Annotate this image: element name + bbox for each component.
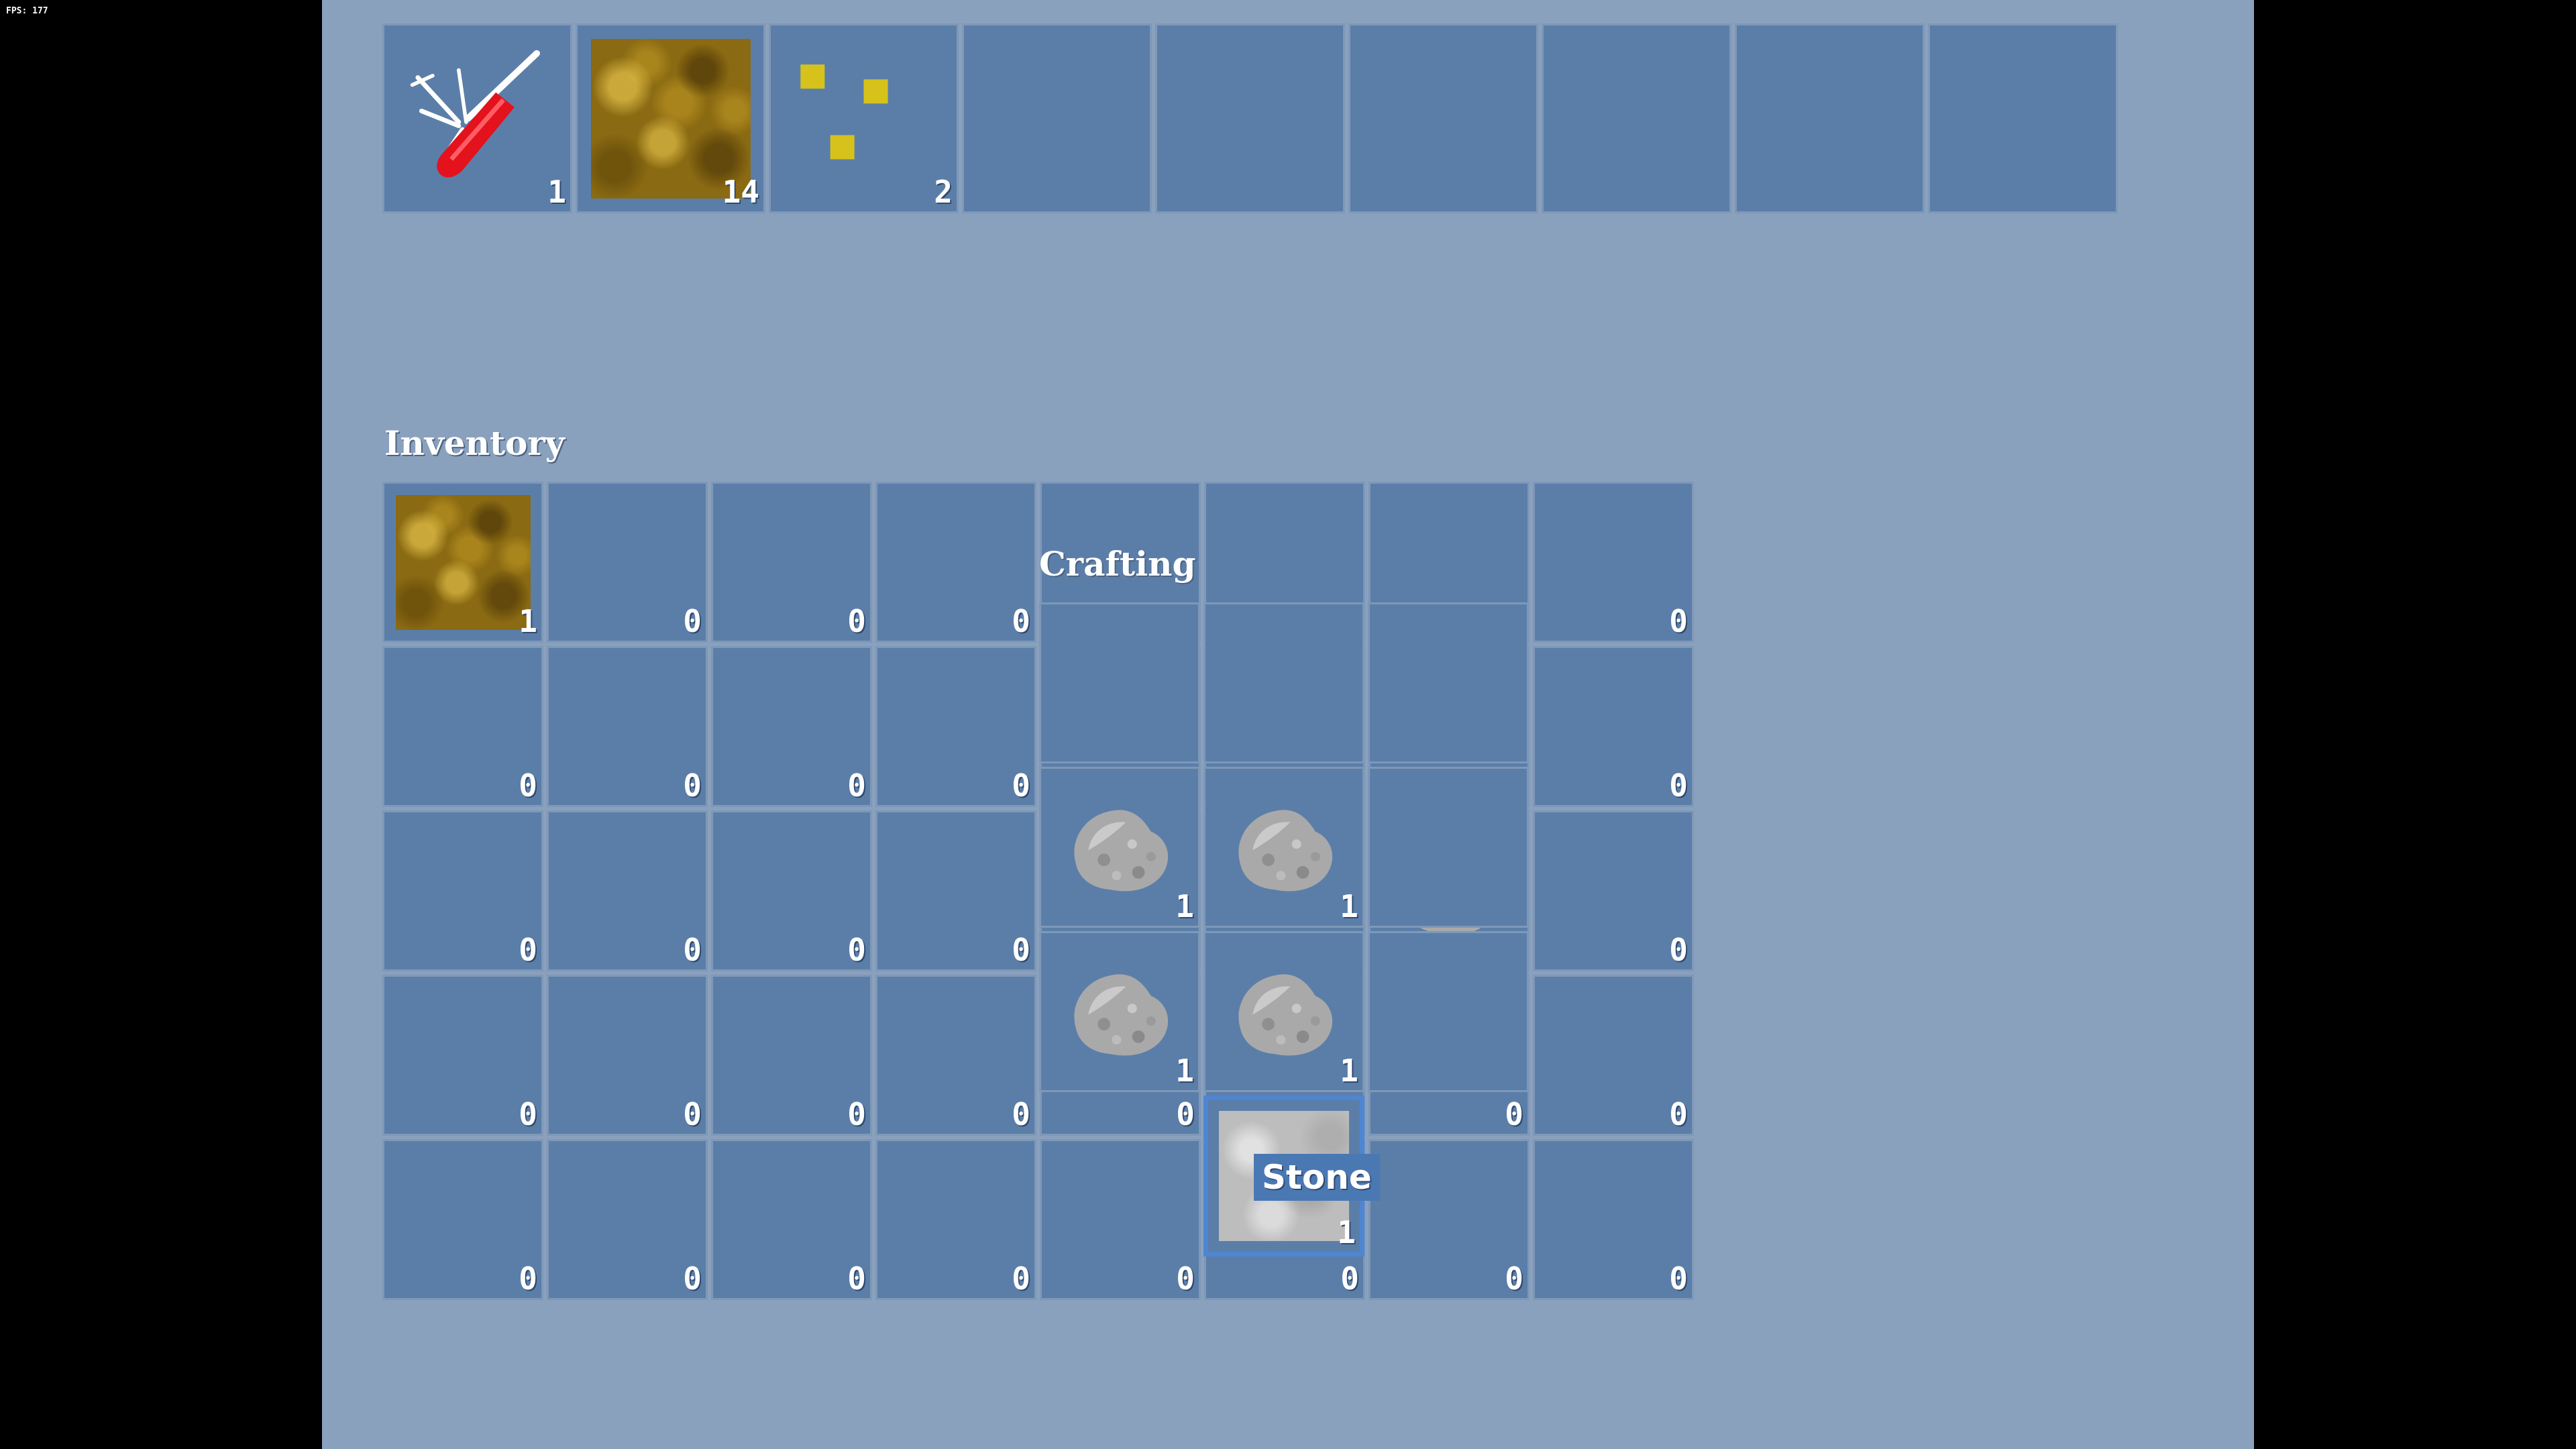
slot-count: 1	[547, 174, 566, 210]
inventory-slot-r5-c1[interactable]: 0	[382, 1139, 543, 1300]
hotbar-slot-2[interactable]: 14	[576, 23, 765, 213]
slot-count: 0	[1669, 1096, 1688, 1132]
fps-counter: FPS: 177	[6, 6, 48, 16]
inventory-slot-r1-c4[interactable]: 0	[875, 482, 1036, 643]
slot-count: 0	[683, 1260, 702, 1297]
inventory-slot-r4-c1[interactable]: 0	[382, 975, 543, 1136]
slot-count: 0	[847, 603, 866, 639]
hotbar-slot-4[interactable]	[962, 23, 1152, 213]
slot-count: 0	[1669, 932, 1688, 968]
slot-count: 14	[722, 174, 759, 210]
hotbar-slot-9[interactable]	[1928, 23, 2118, 213]
inventory-title: Inventory	[384, 423, 565, 463]
pocket-knife-icon	[410, 50, 540, 178]
slot-count: 0	[519, 932, 537, 968]
slot-count: 1	[519, 603, 537, 639]
inventory-slot-r4-c2[interactable]: 0	[547, 975, 708, 1136]
inventory-panel: 1142 Inventory 1000000000000000000000800…	[322, 0, 2254, 1449]
inventory-slot-r1-c8[interactable]: 0	[1533, 482, 1694, 643]
slot-count: 0	[1012, 603, 1030, 639]
dirt-block-icon	[396, 495, 531, 630]
inventory-slot-r1-c2[interactable]: 0	[547, 482, 708, 643]
inventory-slot-r5-c7[interactable]: 0	[1368, 1139, 1529, 1300]
inventory-slot-r3-c1[interactable]: 0	[382, 810, 543, 971]
slot-count: 0	[847, 1260, 866, 1297]
slot-count: 0	[519, 1260, 537, 1297]
slot-count: 0	[519, 767, 537, 804]
hotbar-slot-8[interactable]	[1735, 23, 1925, 213]
rock-icon	[1074, 974, 1169, 1056]
crafting-slot-r2-c2[interactable]: 1	[1203, 767, 1364, 928]
slot-count: 0	[847, 932, 866, 968]
inventory-slot-r2-c8[interactable]: 0	[1533, 646, 1694, 807]
slot-count: 0	[847, 767, 866, 804]
crafting-slot-r2-c1[interactable]: 1	[1039, 767, 1200, 928]
slot-count: 0	[1176, 1260, 1195, 1297]
hotbar-slot-5[interactable]	[1155, 23, 1345, 213]
crafting-title: Crafting	[1039, 544, 1196, 584]
rock-icon	[1074, 810, 1169, 892]
crafting-slot-r3-c1[interactable]: 1	[1039, 931, 1200, 1092]
inventory-slot-r5-c3[interactable]: 0	[711, 1139, 872, 1300]
inventory-slot-r3-c2[interactable]: 0	[547, 810, 708, 971]
game-screen: FPS: 177 1 14 2 Inventory 1 0 0 0 0 0 0 0 0 0 0 0 0 0 0 0…	[0, 0, 2576, 1449]
hotbar-slot-7[interactable]	[1542, 23, 1731, 213]
inventory-slot-r5-c2[interactable]: 0	[547, 1139, 708, 1300]
inventory-slot-r2-c2[interactable]: 0	[547, 646, 708, 807]
slot-count: 0	[1012, 1260, 1030, 1297]
slot-count: 0	[683, 767, 702, 804]
rock-icon	[1238, 974, 1333, 1056]
slot-count: 0	[1505, 1260, 1523, 1297]
slot-count: 0	[683, 932, 702, 968]
inventory-slot-r1-c1[interactable]: 1	[382, 482, 543, 643]
inventory-slot-r3-c3[interactable]: 0	[711, 810, 872, 971]
inventory-slot-r5-c8[interactable]: 0	[1533, 1139, 1694, 1300]
crafting-slot-r2-c3[interactable]	[1368, 767, 1529, 928]
crafting-slot-r3-c3[interactable]	[1368, 931, 1529, 1092]
crafting-slot-r3-c2[interactable]: 1	[1203, 931, 1364, 1092]
rock-icon	[1238, 810, 1333, 892]
hotbar-slot-1[interactable]: 1	[382, 23, 572, 213]
slot-count: 0	[1340, 1260, 1359, 1297]
inventory-slot-r3-c8[interactable]: 0	[1533, 810, 1694, 971]
slot-count: 0	[1012, 1096, 1030, 1132]
slot-count: 1	[1175, 1053, 1194, 1089]
slot-count: 1	[1175, 888, 1194, 924]
slot-count: 0	[1505, 1096, 1523, 1132]
slot-count: 0	[1176, 1096, 1195, 1132]
slot-count: 0	[1669, 603, 1688, 639]
slot-count: 0	[1012, 932, 1030, 968]
slot-count: 0	[1012, 767, 1030, 804]
crafting-slot-r1-c1[interactable]	[1039, 602, 1200, 763]
item-tooltip: Stone	[1254, 1154, 1380, 1201]
slot-count: 0	[683, 1096, 702, 1132]
inventory-slot-r5-c4[interactable]: 0	[875, 1139, 1036, 1300]
slot-count: 0	[683, 603, 702, 639]
hotbar-slot-3[interactable]: 2	[769, 23, 959, 213]
slot-count: 2	[934, 174, 953, 210]
inventory-slot-r2-c1[interactable]: 0	[382, 646, 543, 807]
slot-count: 1	[1340, 1053, 1358, 1089]
seeds-icon	[800, 64, 888, 160]
slot-count: 0	[1669, 1260, 1688, 1297]
slot-count: 0	[1669, 767, 1688, 804]
inventory-slot-r4-c8[interactable]: 0	[1533, 975, 1694, 1136]
inventory-slot-r4-c4[interactable]: 0	[875, 975, 1036, 1136]
crafting-slot-r1-c3[interactable]	[1368, 602, 1529, 763]
slot-count: 0	[519, 1096, 537, 1132]
crafting-slot-r1-c2[interactable]	[1203, 602, 1364, 763]
slot-count: 0	[847, 1096, 866, 1132]
slot-count: 1	[1337, 1214, 1356, 1250]
inventory-slot-r2-c4[interactable]: 0	[875, 646, 1036, 807]
slot-count: 1	[1340, 888, 1358, 924]
hotbar-slot-6[interactable]	[1348, 23, 1538, 213]
inventory-slot-r1-c3[interactable]: 0	[711, 482, 872, 643]
inventory-slot-r3-c4[interactable]: 0	[875, 810, 1036, 971]
inventory-slot-r4-c3[interactable]: 0	[711, 975, 872, 1136]
inventory-slot-r5-c5[interactable]: 0	[1040, 1139, 1201, 1300]
inventory-slot-r2-c3[interactable]: 0	[711, 646, 872, 807]
